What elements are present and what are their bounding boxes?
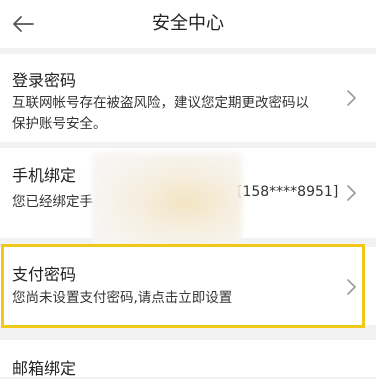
- email-binding-title: 邮箱绑定: [12, 359, 77, 378]
- login-password-description-line-1: 互联网帐号存在被盗风险，建议您定期更改密码以: [12, 95, 309, 111]
- phone-binding-title: 手机绑定: [12, 166, 77, 185]
- blurred-overlay: [92, 152, 242, 256]
- payment-password-title: 支付密码: [12, 265, 77, 284]
- chevron-right-icon: [347, 185, 356, 201]
- login-password-description: 互联网帐号存在被盗风险，建议您定期更改密码以 保护账号安全。: [12, 93, 342, 135]
- top-app-bar: 安全中心: [0, 0, 376, 48]
- chevron-right-icon: [347, 90, 356, 106]
- login-password-item[interactable]: 登录密码 互联网帐号存在被盗风险，建议您定期更改密码以 保护账号安全。: [0, 54, 376, 142]
- chevron-right-icon: [347, 279, 356, 295]
- phone-binding-description: 您已经绑定手: [12, 194, 93, 210]
- login-password-description-line-2: 保护账号安全。: [12, 116, 107, 132]
- bound-phone-number: [158****8951]: [237, 184, 339, 200]
- page-title: 安全中心: [152, 13, 224, 34]
- email-binding-item[interactable]: 邮箱绑定: [0, 340, 376, 378]
- payment-password-description: 您尚未设置支付密码,请点击立即设置: [12, 290, 233, 306]
- payment-password-item[interactable]: 支付密码 您尚未设置支付密码,请点击立即设置: [0, 247, 376, 325]
- login-password-title: 登录密码: [12, 71, 77, 90]
